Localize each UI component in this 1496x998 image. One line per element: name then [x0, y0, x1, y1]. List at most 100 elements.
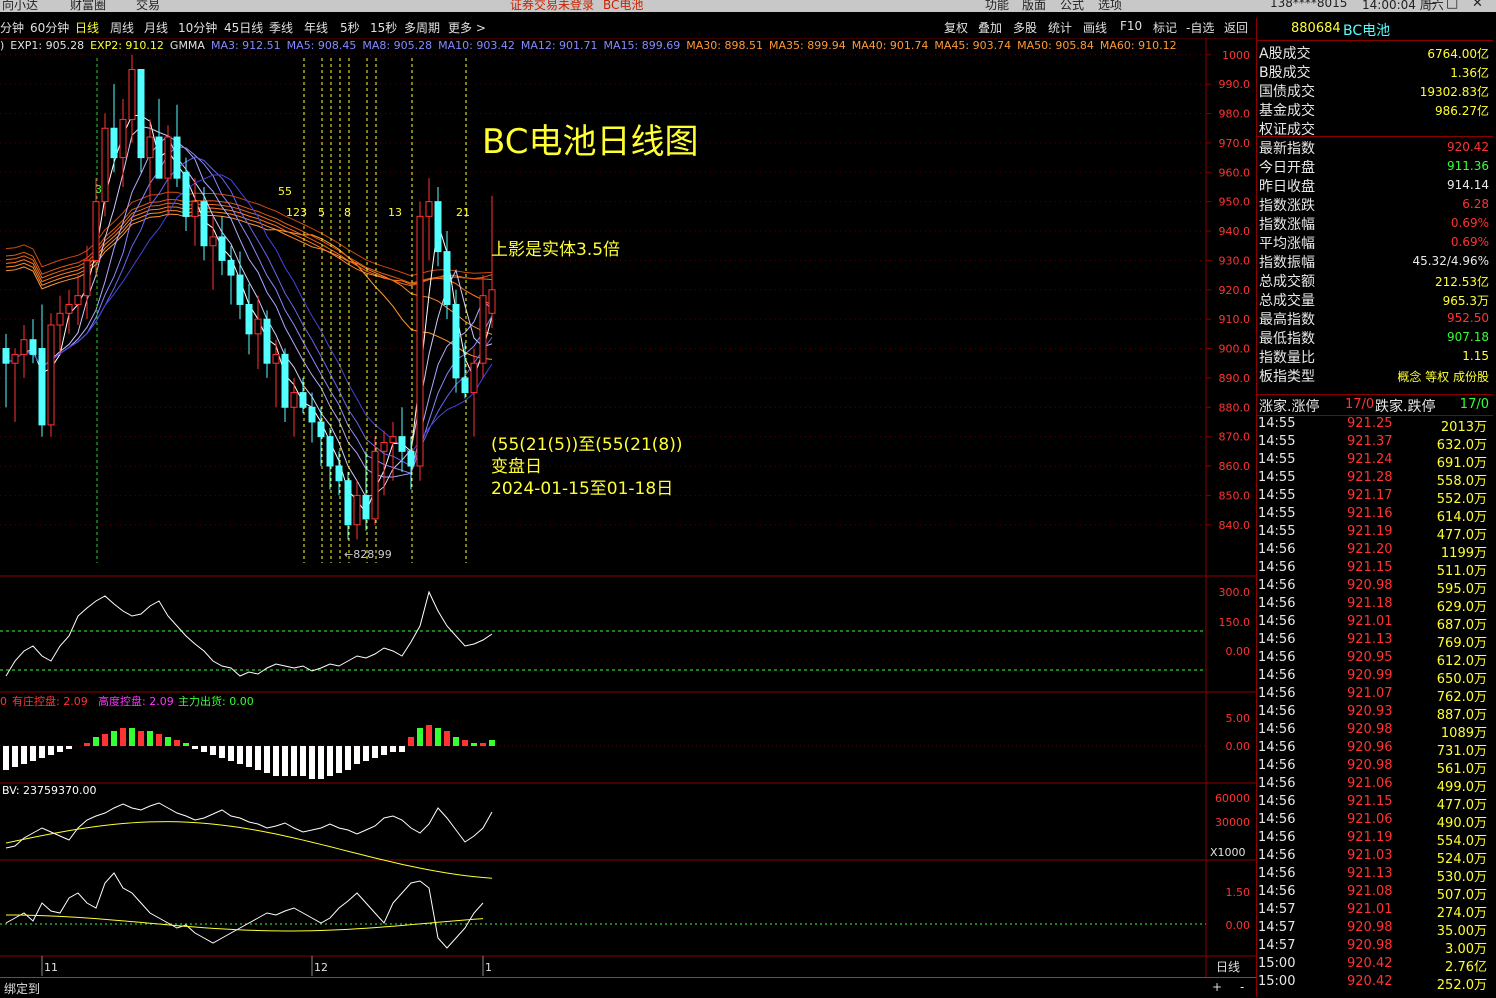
stat-value: 986.27亿 — [1435, 104, 1489, 118]
price-tick-label: 930.0 — [1219, 254, 1251, 267]
candle-body — [200, 201, 208, 247]
stats-button[interactable]: 统计 — [1048, 19, 1072, 36]
tick-price: 920.98 — [1347, 938, 1393, 953]
period-tab[interactable]: 月线 — [144, 19, 168, 36]
tick-price: 921.19 — [1347, 830, 1393, 845]
tick-vol: 632.0万 — [1436, 438, 1487, 453]
candle-body — [353, 494, 361, 526]
control-bar — [156, 734, 162, 746]
tick-vol: 561.0万 — [1436, 762, 1487, 777]
kline-chart[interactable]: 1000 990.0 980.0 970.0 960.0 950.0 940.0 930.0 9… — [0, 38, 1256, 977]
axis-label: 300.0 — [1219, 586, 1251, 599]
control-bar — [57, 746, 63, 752]
period-tab[interactable]: 年线 — [304, 19, 328, 36]
control-bar — [48, 746, 54, 755]
candle-body — [56, 312, 64, 326]
more-button[interactable]: 更多 > — [448, 19, 486, 36]
back-button[interactable]: 返回 — [1224, 19, 1248, 36]
tick-time: 14:56 — [1258, 578, 1296, 593]
candle-body — [83, 259, 91, 297]
top-item[interactable]: 功能 — [985, 0, 1009, 12]
period-tab[interactable]: 45日线 — [224, 19, 263, 36]
overlay-button[interactable]: 叠加 — [978, 19, 1002, 36]
maximize-icon[interactable]: □ — [1446, 0, 1458, 11]
tick-price: 921.06 — [1347, 812, 1393, 827]
period-tab[interactable]: 5秒 — [340, 19, 360, 36]
tick-price: 921.18 — [1347, 596, 1393, 611]
stat-label: 昨日收盘 — [1259, 179, 1315, 195]
period-tab[interactable]: 60分钟 — [30, 19, 69, 36]
stat-row: 板指类型 概念 等权 成份股 — [1257, 366, 1493, 385]
minimize-icon[interactable]: — — [1424, 0, 1437, 11]
stat-value: 概念 等权 成份股 — [1397, 370, 1489, 384]
period-tab-active[interactable]: 日线 — [75, 19, 99, 36]
tick-price: 921.37 — [1347, 434, 1393, 449]
mark-button[interactable]: 标记 — [1153, 19, 1177, 36]
control-bar — [93, 737, 99, 746]
candle-body — [173, 136, 181, 179]
top-item[interactable]: 交易 — [136, 0, 160, 12]
zoom-in-icon[interactable]: + — [1212, 980, 1222, 994]
tick-row: 14:56 920.99 650.0万 — [1257, 668, 1493, 687]
price-tick-label: 980.0 — [1219, 108, 1251, 121]
tick-row: 14:56 920.95 612.0万 — [1257, 650, 1493, 669]
tick-row: 14:56 921.08 507.0万 — [1257, 884, 1493, 903]
period-tab[interactable]: 多周期 — [404, 19, 440, 36]
period-tab[interactable]: 10分钟 — [178, 19, 217, 36]
candle-body — [326, 436, 334, 467]
candle-body — [227, 259, 235, 276]
tick-vol: 558.0万 — [1436, 474, 1487, 489]
tick-vol: 1089万 — [1440, 726, 1487, 741]
stat-label: 板指类型 — [1259, 369, 1315, 385]
top-item[interactable]: 公式 — [1060, 0, 1084, 12]
period-tab[interactable]: 15秒 — [370, 19, 397, 36]
candle-body — [110, 127, 118, 159]
tick-price: 921.25 — [1347, 416, 1393, 431]
tick-row: 14:56 920.98 561.0万 — [1257, 758, 1493, 777]
tick-vol: 530.0万 — [1436, 870, 1487, 885]
control-bar — [435, 728, 441, 746]
candle-body — [407, 450, 415, 467]
draw-button[interactable]: 画线 — [1083, 19, 1107, 36]
tick-vol: 511.0万 — [1436, 564, 1487, 579]
control-bar — [318, 746, 324, 779]
top-item[interactable]: 财富圈 — [70, 0, 106, 12]
candle-body — [209, 236, 217, 247]
candle-body — [335, 465, 343, 482]
tick-price: 920.96 — [1347, 740, 1393, 755]
tick-time: 14:57 — [1258, 920, 1296, 935]
tick-time: 14:55 — [1258, 470, 1296, 485]
price-tick-label: 870.0 — [1219, 431, 1251, 444]
rise-label: 涨家.涨停 — [1259, 399, 1320, 415]
control-bar — [480, 743, 486, 746]
period-tab[interactable]: 周线 — [110, 19, 134, 36]
top-item[interactable]: 选项 — [1098, 0, 1122, 12]
control-bar — [264, 746, 270, 773]
tick-row: 14:56 920.98 595.0万 — [1257, 578, 1493, 597]
candle — [470, 348, 478, 437]
candle — [245, 283, 253, 355]
stat-row: B股成交 1.36亿 — [1257, 62, 1493, 81]
bind-label[interactable]: 绑定到 — [4, 980, 40, 997]
candle-body — [245, 303, 253, 335]
tick-vol: 499.0万 — [1436, 780, 1487, 795]
close-icon[interactable]: ✕ — [1472, 0, 1483, 11]
watchlist-button[interactable]: -自选 — [1186, 19, 1214, 36]
tick-time: 14:56 — [1258, 830, 1296, 845]
candle-body — [263, 318, 271, 364]
fuquan-button[interactable]: 复权 — [944, 19, 968, 36]
period-tab[interactable]: 分钟 — [0, 19, 24, 36]
quote-panel: 880684 BC电池 A股成交 6764.00亿 B股成交 1.36亿 国债成交 193… — [1256, 18, 1496, 997]
zoom-out-icon[interactable]: - — [1240, 980, 1244, 994]
candle — [74, 275, 82, 326]
stat-row: 最低指数 907.18 — [1257, 328, 1493, 347]
top-item[interactable]: 版面 — [1022, 0, 1046, 12]
control-bar — [165, 737, 171, 746]
stat-value: 212.53亿 — [1435, 275, 1489, 289]
multi-stock-button[interactable]: 多股 — [1013, 19, 1037, 36]
period-tab[interactable]: 季线 — [269, 19, 293, 36]
top-item[interactable]: 向小达 — [2, 0, 38, 12]
candle — [371, 436, 379, 525]
candle-body — [380, 442, 388, 452]
f10-button[interactable]: F10 — [1120, 19, 1142, 33]
